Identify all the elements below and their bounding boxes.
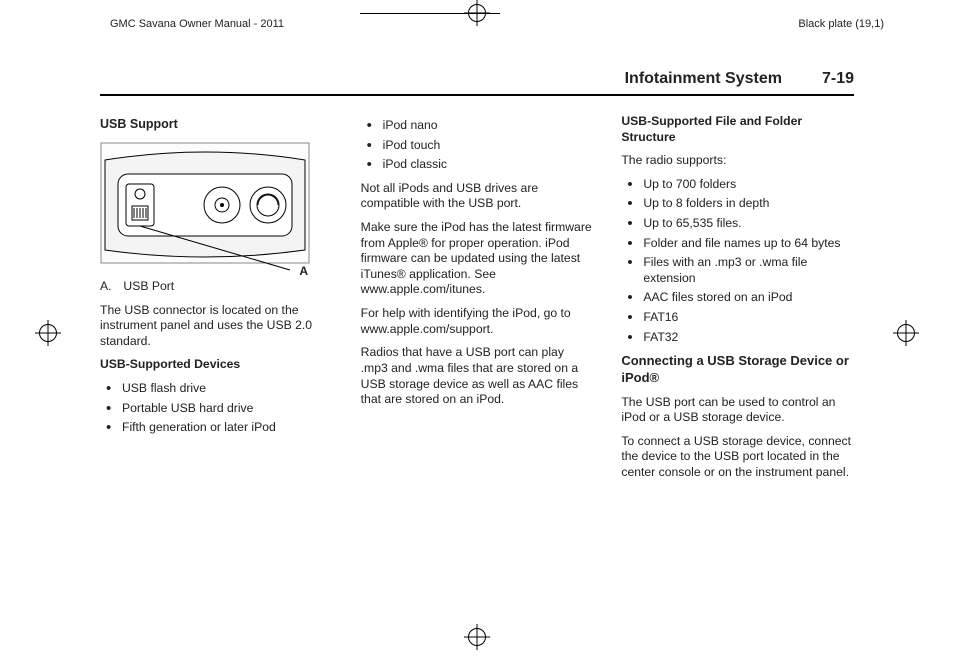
- p-firmware: Make sure the iPod has the latest firmwa…: [361, 220, 594, 298]
- list-item: Up to 65,535 files.: [621, 216, 854, 232]
- list-item: iPod nano: [361, 118, 594, 134]
- heading-file-structure: USB-Supported File and Folder Structure: [621, 114, 854, 145]
- heading-connecting: Connecting a USB Storage Device or iPod®: [621, 353, 854, 386]
- list-item: Up to 8 folders in depth: [621, 196, 854, 212]
- p-port-use: The USB port can be used to control an i…: [621, 395, 854, 426]
- list-item: iPod touch: [361, 138, 594, 154]
- list-devices: USB flash drive Portable USB hard drive …: [100, 381, 333, 436]
- right-register-mark: [893, 320, 919, 346]
- running-header: Infotainment System 7-19: [100, 70, 854, 96]
- p-radios: Radios that have a USB port can play .mp…: [361, 345, 594, 407]
- bottom-register-mark: [464, 624, 490, 650]
- plate-label: Black plate (19,1): [798, 18, 884, 30]
- list-structure: Up to 700 folders Up to 8 folders in dep…: [621, 177, 854, 345]
- column-1: USB Support: [100, 114, 333, 489]
- section-title: Infotainment System: [625, 70, 782, 88]
- figure-legend: A. USB Port: [100, 279, 333, 295]
- list-item: USB flash drive: [100, 381, 333, 397]
- list-item: iPod classic: [361, 157, 594, 173]
- list-item: FAT32: [621, 330, 854, 346]
- p-help: For help with identifying the iPod, go t…: [361, 306, 594, 337]
- column-3: USB-Supported File and Folder Structure …: [621, 114, 854, 489]
- list-item: Portable USB hard drive: [100, 401, 333, 417]
- heading-usb-support: USB Support: [100, 116, 333, 132]
- usb-port-figure: A: [100, 142, 310, 277]
- list-item: Up to 700 folders: [621, 177, 854, 193]
- list-item: Fifth generation or later iPod: [100, 420, 333, 436]
- left-register-mark: [35, 320, 61, 346]
- list-item: Folder and file names up to 64 bytes: [621, 236, 854, 252]
- heading-supported-devices: USB-Supported Devices: [100, 357, 333, 373]
- manual-title: GMC Savana Owner Manual - 2011: [110, 18, 284, 30]
- list-item: AAC files stored on an iPod: [621, 290, 854, 306]
- p-radio-supports: The radio supports:: [621, 153, 854, 169]
- top-register-mark: [417, 0, 537, 26]
- p-usb-connector: The USB connector is located on the inst…: [100, 303, 333, 350]
- p-connect: To connect a USB storage device, connect…: [621, 434, 854, 481]
- figure-callout-a: A: [299, 264, 308, 279]
- p-compat: Not all iPods and USB drives are compati…: [361, 181, 594, 212]
- column-2: iPod nano iPod touch iPod classic Not al…: [361, 114, 594, 489]
- page-number: 7-19: [822, 70, 854, 88]
- list-ipods: iPod nano iPod touch iPod classic: [361, 118, 594, 173]
- list-item: Files with an .mp3 or .wma file extensio…: [621, 255, 854, 286]
- list-item: FAT16: [621, 310, 854, 326]
- page-body: Infotainment System 7-19 USB Support: [100, 70, 854, 608]
